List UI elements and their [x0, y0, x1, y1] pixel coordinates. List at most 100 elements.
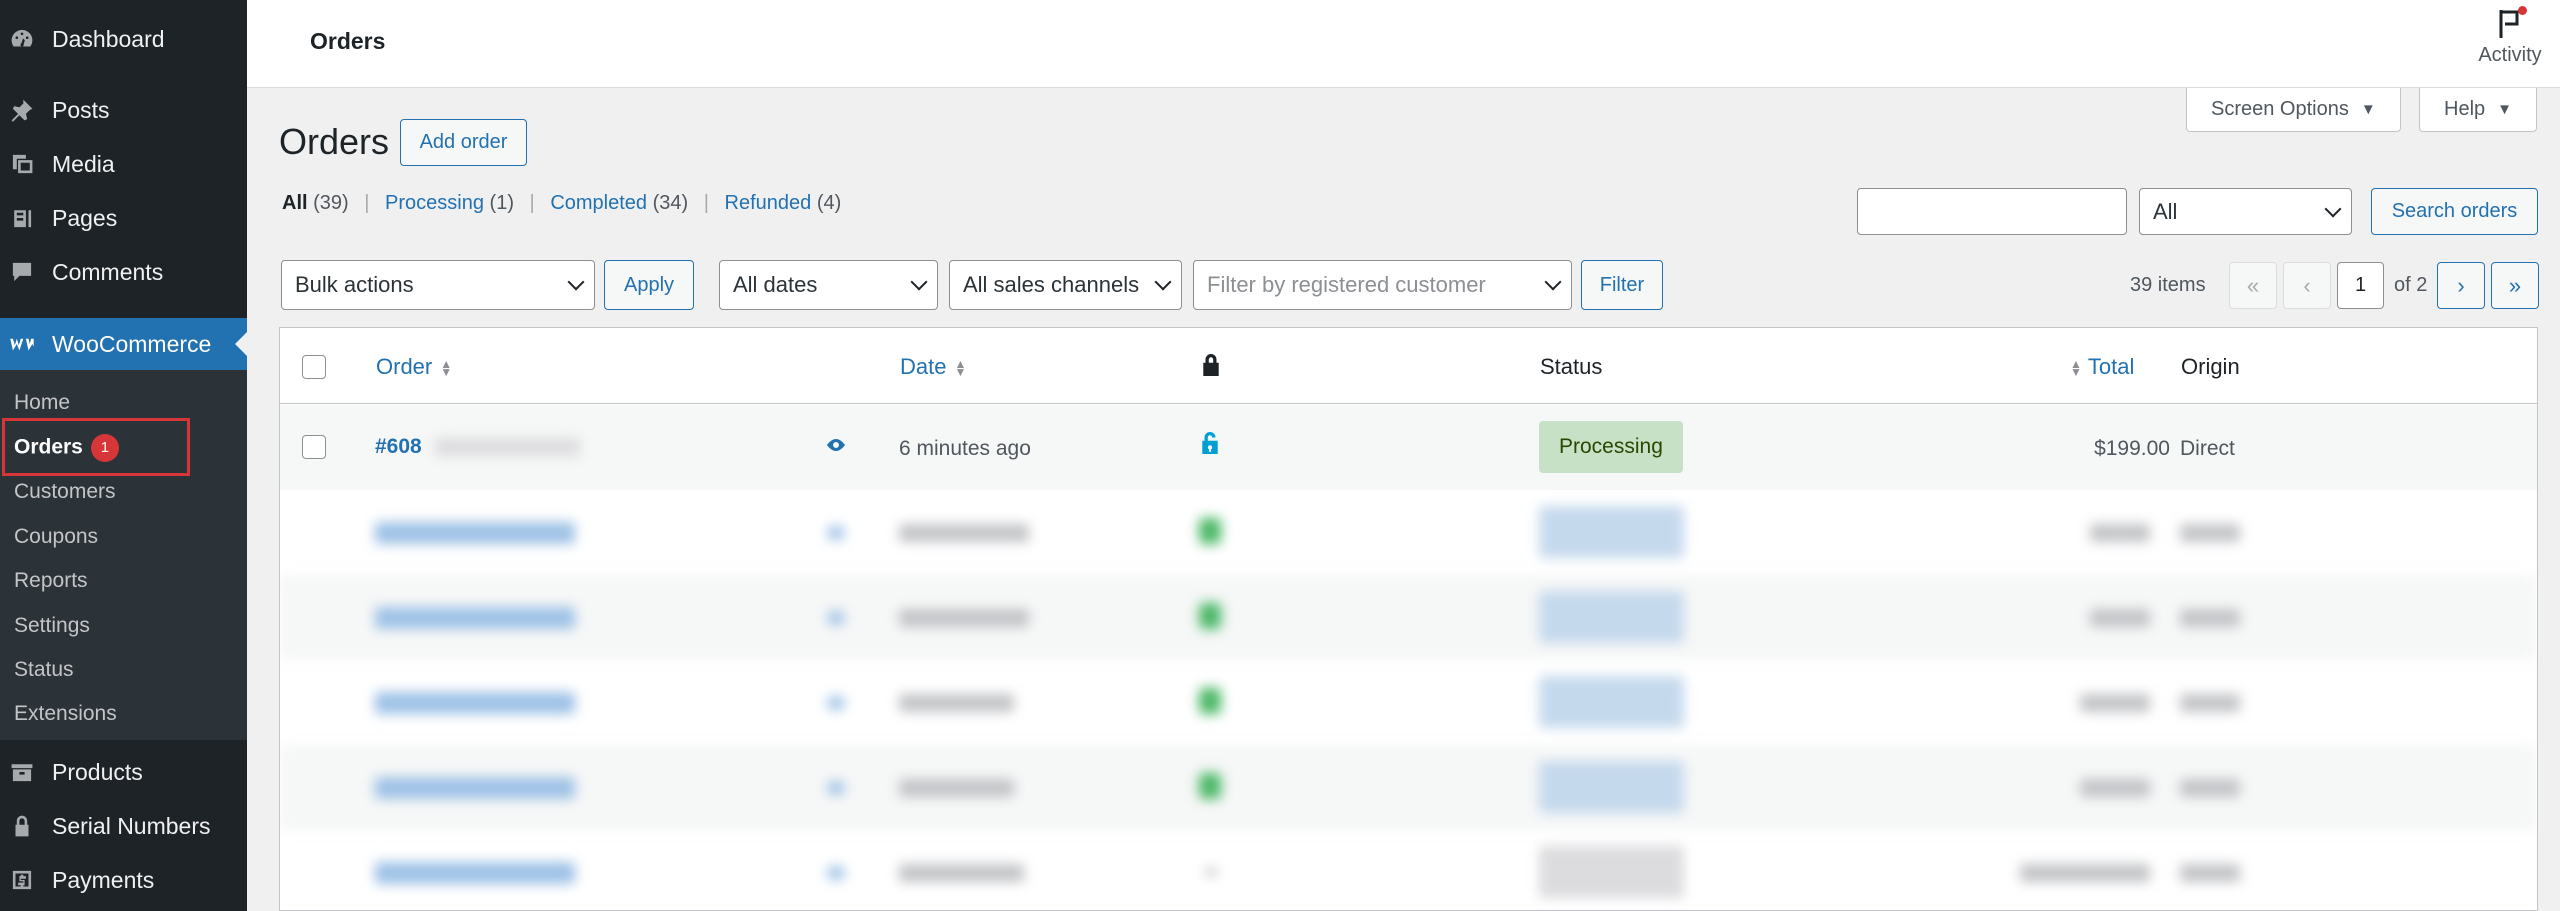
sidebar-item-posts[interactable]: Posts — [0, 84, 247, 136]
table-row[interactable] — [280, 490, 2537, 575]
view-all[interactable]: All — [282, 192, 308, 214]
chevron-down-icon — [2324, 200, 2342, 217]
view-separator: | — [364, 192, 370, 214]
chevron-down-icon — [1544, 273, 1562, 291]
sidebar-item-label: Payments — [52, 866, 155, 893]
redacted-order-link[interactable] — [375, 607, 575, 629]
redacted-order-link[interactable] — [375, 692, 575, 714]
column-order[interactable]: Order ▲ ▼ — [376, 354, 452, 380]
submenu-item-reports[interactable]: Reports — [14, 569, 88, 593]
apply-button[interactable]: Apply — [604, 260, 694, 310]
search-input[interactable] — [1857, 188, 2127, 235]
table-row[interactable] — [280, 745, 2537, 830]
status-badge — [1539, 846, 1684, 898]
redacted-order-link[interactable] — [375, 522, 575, 544]
preview-eye-icon[interactable] — [824, 435, 848, 459]
preview-eye-icon[interactable] — [827, 866, 845, 880]
sidebar-item-woocommerce[interactable]: WooCommerce — [0, 318, 247, 370]
column-total[interactable]: ▲ ▼ Total — [2070, 354, 2134, 380]
first-page-button[interactable]: « — [2229, 262, 2277, 309]
sidebar-item-label: Serial Numbers — [52, 812, 211, 839]
screen-options-label: Screen Options — [2211, 98, 2349, 120]
column-total-label: Total — [2087, 354, 2135, 379]
date-filter-select[interactable]: All dates — [719, 260, 938, 310]
screen-options-button[interactable]: Screen Options ▼ — [2186, 88, 2401, 132]
redacted-order-link[interactable] — [375, 777, 575, 799]
prev-page-button[interactable]: ‹ — [2283, 262, 2331, 309]
preview-eye-icon[interactable] — [827, 611, 845, 625]
redacted-date — [899, 524, 1029, 542]
order-total: $199.00 — [2094, 437, 2170, 460]
customer-filter-select[interactable]: Filter by registered customer — [1193, 260, 1572, 310]
view-completed[interactable]: Completed — [550, 192, 647, 214]
table-row[interactable]: #608 6 minutes ago Processing $199.00 Di… — [280, 405, 2537, 490]
redacted-total — [2080, 694, 2150, 712]
page-title: Orders — [279, 121, 390, 162]
select-all-checkbox[interactable] — [302, 355, 326, 379]
redacted-origin — [2180, 524, 2240, 542]
submenu-item-extensions[interactable]: Extensions — [14, 702, 117, 726]
redacted-total — [2020, 864, 2150, 882]
row-checkbox[interactable] — [302, 435, 326, 459]
table-row[interactable] — [280, 830, 2537, 910]
search-type-select[interactable]: All — [2139, 188, 2352, 235]
submenu-item-status[interactable]: Status — [14, 658, 74, 682]
preview-eye-icon[interactable] — [827, 781, 845, 795]
sidebar-item-media[interactable]: Media — [0, 138, 247, 190]
submenu-item-home[interactable]: Home — [14, 391, 70, 415]
order-date: 6 minutes ago — [899, 437, 1031, 460]
help-label: Help — [2444, 98, 2486, 120]
submenu-item-coupons[interactable]: Coupons — [14, 525, 98, 549]
redacted-origin — [2180, 694, 2240, 712]
sidebar-item-label: Media — [52, 150, 115, 177]
activity-button[interactable]: Activity — [2470, 6, 2550, 76]
sidebar-item-dashboard[interactable]: Dashboard — [0, 13, 247, 65]
media-icon — [9, 151, 35, 177]
table-row[interactable] — [280, 575, 2537, 660]
view-processing[interactable]: Processing — [385, 192, 484, 214]
redacted-order-link[interactable] — [375, 862, 575, 884]
submenu-item-settings[interactable]: Settings — [14, 614, 90, 638]
bulk-actions-value: Bulk actions — [295, 272, 414, 297]
bulk-actions-select[interactable]: Bulk actions — [281, 260, 595, 310]
last-page-button[interactable]: » — [2491, 262, 2539, 309]
submenu-item-customers[interactable]: Customers — [14, 480, 116, 504]
filter-button[interactable]: Filter — [1581, 260, 1663, 310]
sidebar-item-comments[interactable]: Comments — [0, 246, 247, 298]
notification-dot — [2518, 6, 2527, 15]
next-page-button[interactable]: › — [2437, 262, 2485, 309]
customer-filter-placeholder: Filter by registered customer — [1207, 272, 1486, 297]
preview-eye-icon[interactable] — [827, 526, 845, 540]
preview-eye-icon[interactable] — [827, 696, 845, 710]
dollar-icon — [9, 867, 35, 893]
sidebar-item-serial-numbers[interactable]: Serial Numbers — [0, 800, 247, 852]
add-order-button[interactable]: Add order — [400, 119, 527, 166]
search-orders-button[interactable]: Search orders — [2371, 188, 2538, 235]
column-date[interactable]: Date ▲ ▼ — [900, 354, 966, 380]
sidebar-item-products[interactable]: Products — [0, 746, 247, 798]
caret-down-icon: ▼ — [2360, 101, 2376, 118]
sidebar-item-pages[interactable]: Pages — [0, 192, 247, 244]
chevron-down-icon — [910, 273, 928, 291]
current-page-input[interactable]: 1 — [2337, 262, 2384, 309]
pin-icon — [9, 97, 35, 123]
sidebar-item-payments[interactable]: Payments — [0, 854, 247, 906]
status-badge — [1539, 506, 1684, 558]
redacted-date — [899, 609, 1029, 627]
view-refunded[interactable]: Refunded — [725, 192, 812, 214]
woocommerce-icon — [9, 331, 35, 357]
sales-channel-select[interactable]: All sales channels — [949, 260, 1182, 310]
chevron-down-icon — [1154, 273, 1172, 291]
pages-icon — [9, 205, 35, 231]
chevron-down-icon — [567, 273, 585, 291]
status-badge: Processing — [1539, 421, 1683, 473]
view-all-label: All — [282, 192, 308, 214]
column-status: Status — [1540, 354, 1603, 379]
order-number-link[interactable]: #608 — [375, 435, 422, 459]
header-title: Orders — [310, 28, 386, 54]
table-row[interactable] — [280, 660, 2537, 745]
view-processing-count: (1) — [489, 192, 514, 214]
redacted-lock — [1205, 868, 1217, 876]
order-origin: Direct — [2180, 437, 2235, 460]
help-button[interactable]: Help ▼ — [2419, 88, 2537, 132]
